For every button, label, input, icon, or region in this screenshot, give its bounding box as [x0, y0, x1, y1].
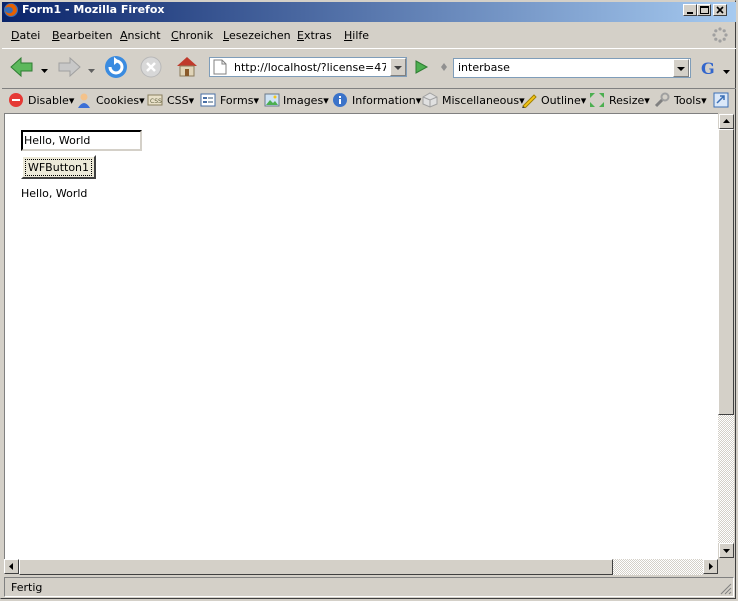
- scroll-up-button[interactable]: [719, 114, 734, 129]
- forward-history-chevron-icon[interactable]: [88, 64, 95, 77]
- search-dropdown[interactable]: [673, 59, 689, 77]
- svg-text:G: G: [701, 59, 715, 77]
- menu-extras[interactable]: Extras: [297, 29, 332, 42]
- status-bar: [4, 577, 734, 597]
- devbar-tools[interactable]: Tools▾: [674, 94, 707, 107]
- firefox-icon: [3, 2, 19, 18]
- svg-text:CSS: CSS: [150, 98, 162, 105]
- reload-icon[interactable]: [103, 54, 129, 83]
- scroll-down-button[interactable]: [719, 543, 734, 558]
- resize-grip-icon[interactable]: [718, 581, 732, 598]
- wfbutton1[interactable]: WFButton1: [21, 155, 96, 179]
- devbar-miscellaneous-label: Miscellaneous: [442, 94, 520, 107]
- menu-hilfe-label: Hilfe: [344, 29, 370, 42]
- menu-chronik-label: Chronik: [171, 29, 214, 42]
- menu-datei-label: Datei: [11, 29, 41, 42]
- menu-bearbeiten[interactable]: Bearbeiten: [52, 29, 112, 42]
- devbar-tools-label: Tools: [674, 94, 702, 107]
- resize-icon: [589, 92, 605, 108]
- url-text[interactable]: http://localhost/?license=47A78: [234, 61, 386, 74]
- tools-icon: [654, 92, 670, 108]
- home-icon[interactable]: [175, 54, 199, 81]
- devbar-images[interactable]: Images▾: [283, 94, 329, 107]
- devbar-resize-label: Resize: [609, 94, 645, 107]
- disable-icon: [8, 92, 24, 108]
- devbar-information-label: Information: [352, 94, 416, 107]
- css-icon: CSS: [147, 92, 163, 108]
- menu-lesezeichen[interactable]: Lesezeichen: [223, 29, 291, 42]
- url-history-dropdown[interactable]: [390, 58, 406, 76]
- page-icon: [213, 59, 227, 78]
- menu-datei[interactable]: Datei: [11, 29, 40, 42]
- wfbutton1-label: WFButton1: [24, 158, 93, 176]
- menu-ansicht[interactable]: Ansicht: [120, 29, 161, 42]
- devbar-images-label: Images: [283, 94, 324, 107]
- devbar-resize[interactable]: Resize▾: [609, 94, 650, 107]
- throbber-icon: [712, 27, 728, 43]
- menu-hilfe[interactable]: Hilfe: [344, 29, 369, 42]
- menu-bar: Datei Bearbeiten Ansicht Chronik Lesezei…: [2, 24, 736, 46]
- minimize-button[interactable]: [683, 4, 697, 16]
- images-icon: [264, 92, 280, 108]
- google-icon[interactable]: G: [700, 59, 718, 80]
- menu-chronik[interactable]: Chronik: [171, 29, 213, 42]
- devbar-css-label: CSS: [167, 94, 189, 107]
- cookies-icon: [76, 92, 92, 108]
- devbar-miscellaneous[interactable]: Miscellaneous▾: [442, 94, 525, 107]
- devbar-disable-label: Disable: [28, 94, 69, 107]
- vertical-scrollbar-thumb[interactable]: [718, 129, 734, 415]
- output-label: Hello, World: [21, 187, 88, 200]
- page-content: [4, 113, 718, 559]
- status-text: Fertig: [11, 581, 43, 594]
- devbar-information[interactable]: Information▾: [352, 94, 421, 107]
- devbar-disable[interactable]: Disable▾: [28, 94, 74, 107]
- window-title: Form1 - Mozilla Firefox: [22, 3, 165, 16]
- search-engine-chevron-icon[interactable]: [723, 65, 730, 78]
- text-field[interactable]: [21, 130, 142, 151]
- scroll-right-button[interactable]: [703, 559, 718, 574]
- devbar-css[interactable]: CSS▾: [167, 94, 194, 107]
- toolbar-splitter-icon[interactable]: [439, 60, 449, 77]
- scroll-left-button[interactable]: [4, 559, 19, 574]
- devbar-forms[interactable]: Forms▾: [220, 94, 259, 107]
- menu-lesezeichen-label: Lesezeichen: [223, 29, 291, 42]
- devbar-options-icon[interactable]: [713, 92, 729, 108]
- menu-bearbeiten-label: Bearbeiten: [52, 29, 113, 42]
- search-value[interactable]: interbase: [458, 61, 510, 74]
- forward-icon[interactable]: [56, 55, 82, 82]
- forms-icon: [200, 92, 216, 108]
- devbar-outline-label: Outline: [541, 94, 581, 107]
- devbar-cookies[interactable]: Cookies▾: [96, 94, 145, 107]
- back-history-chevron-icon[interactable]: [41, 64, 48, 77]
- close-button[interactable]: [713, 4, 727, 16]
- outline-icon: [521, 92, 537, 109]
- devbar-forms-label: Forms: [220, 94, 254, 107]
- back-icon[interactable]: [9, 55, 35, 82]
- devbar-cookies-label: Cookies: [96, 94, 140, 107]
- menu-ansicht-label: Ansicht: [120, 29, 161, 42]
- miscellaneous-icon: [422, 92, 438, 108]
- menu-extras-label: Extras: [297, 29, 332, 42]
- information-icon: [332, 92, 348, 108]
- maximize-button[interactable]: [697, 4, 711, 16]
- horizontal-scrollbar-thumb[interactable]: [19, 559, 613, 575]
- devbar-outline[interactable]: Outline▾: [541, 94, 586, 107]
- stop-icon[interactable]: [139, 55, 163, 82]
- go-button[interactable]: [410, 58, 432, 76]
